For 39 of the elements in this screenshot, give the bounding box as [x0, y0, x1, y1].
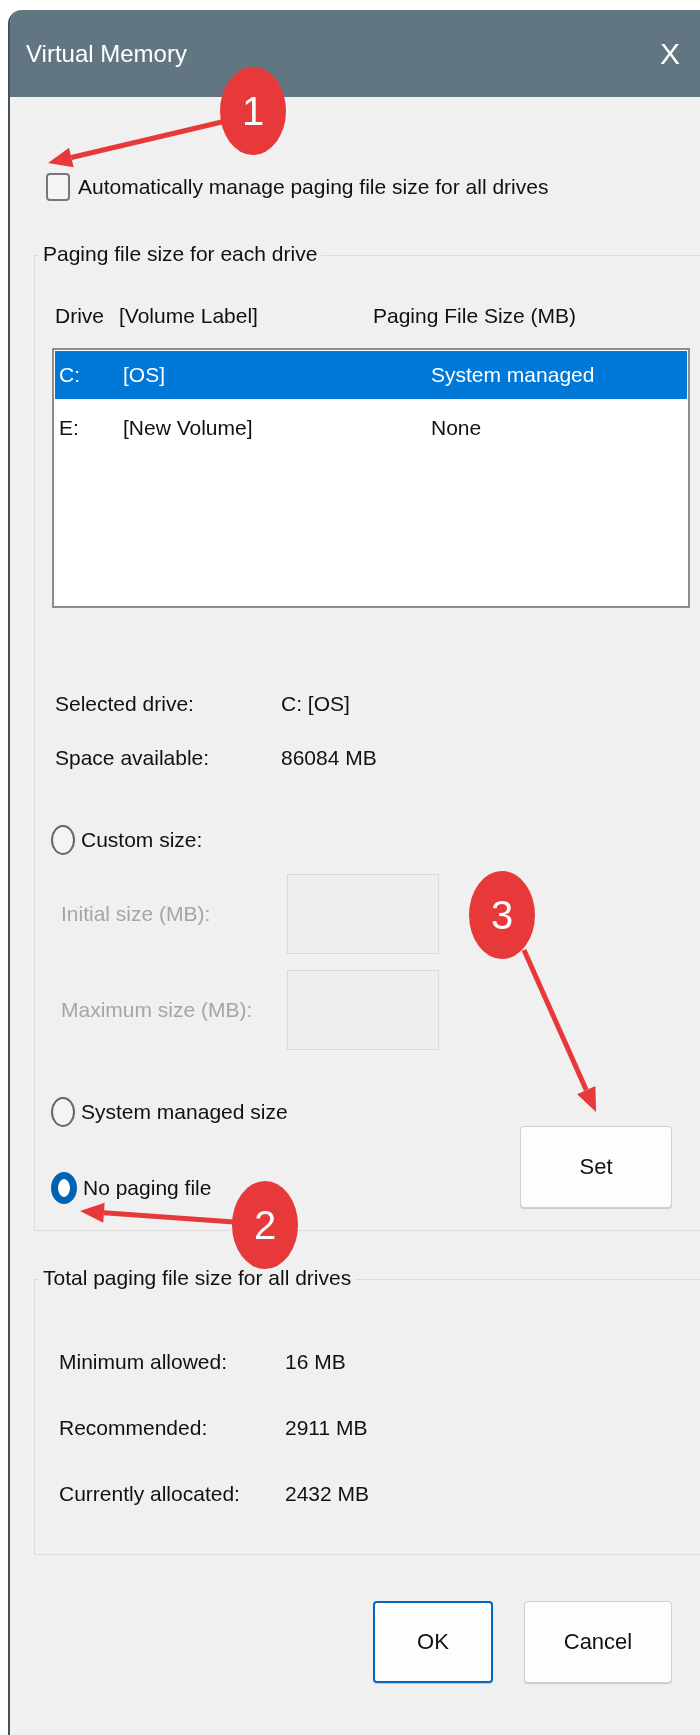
total-label: Recommended: — [59, 1416, 209, 1440]
paging-size: None — [431, 416, 483, 440]
paging-size: System managed — [431, 363, 596, 387]
checkbox-label: Automatically manage paging file size for all drives — [78, 175, 549, 199]
volume-label: [OS] — [123, 363, 166, 387]
info-label: Space available: — [55, 746, 211, 770]
radio-button[interactable] — [51, 825, 75, 855]
dialog-button[interactable]: OK — [373, 1601, 493, 1683]
radio-label: No paging file — [83, 1176, 212, 1200]
info-value: 86084 MB — [281, 746, 378, 770]
field-label: Initial size (MB): — [61, 902, 212, 926]
drive-row[interactable]: C: [OS] System managed — [55, 351, 687, 399]
set-button[interactable]: Set — [520, 1126, 672, 1208]
dialog-button[interactable]: Cancel — [524, 1601, 672, 1683]
column-header: Drive — [55, 304, 105, 328]
column-header: Paging File Size (MB) — [373, 304, 578, 328]
callout-badge: 3 — [469, 871, 535, 959]
volume-label: [New Volume] — [123, 416, 254, 440]
info-value: C: [OS] — [281, 692, 351, 716]
checkbox[interactable] — [46, 173, 70, 201]
info-label: Selected drive: — [55, 692, 195, 716]
drive-letter: C: — [59, 363, 81, 387]
total-value: 2911 MB — [285, 1416, 369, 1440]
drive-row[interactable]: E: [New Volume] None — [55, 399, 687, 457]
radio-label: Custom size: — [81, 828, 203, 852]
total-value: 2432 MB — [285, 1482, 371, 1506]
callout-badge: 1 — [220, 67, 286, 155]
radio-button[interactable] — [51, 1097, 75, 1127]
window-title: Virtual Memory — [26, 39, 187, 68]
drive-letter: E: — [59, 416, 80, 440]
radio-button[interactable] — [51, 1172, 77, 1204]
close-button[interactable]: X — [654, 32, 686, 75]
radio-label: System managed size — [81, 1100, 288, 1124]
total-label: Currently allocated: — [59, 1482, 241, 1506]
total-label: Minimum allowed: — [59, 1350, 229, 1374]
total-value: 16 MB — [285, 1350, 347, 1374]
column-header: [Volume Label] — [119, 304, 259, 328]
field-label: Maximum size (MB): — [61, 998, 254, 1022]
callout-badge: 2 — [232, 1181, 298, 1269]
